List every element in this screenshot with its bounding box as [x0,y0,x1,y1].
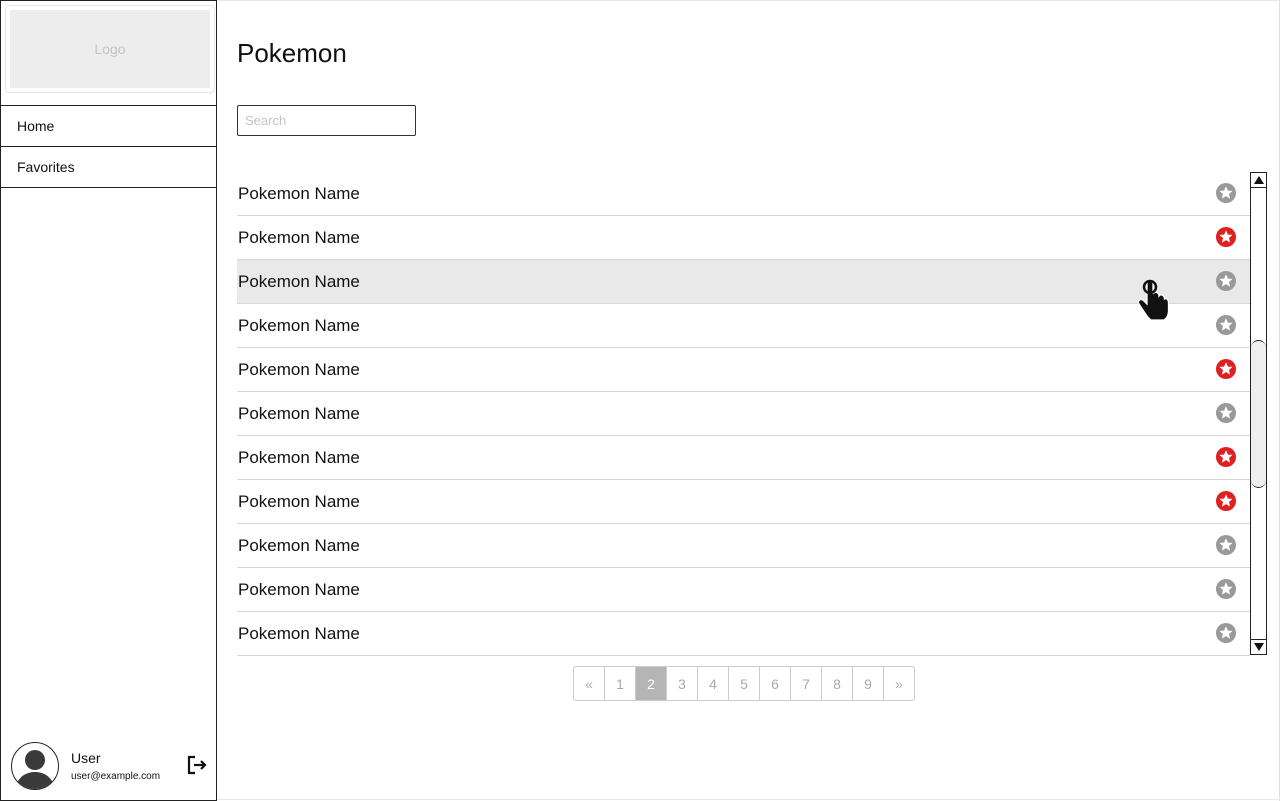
sidebar-nav: Home Favorites [1,105,216,188]
favorite-star-icon[interactable] [1216,227,1236,247]
arrow-down-icon [1253,643,1264,651]
main-content: Pokemon Pokemon NamePokemon NamePokemon … [217,0,1280,801]
favorite-star-icon[interactable] [1216,359,1236,379]
list-item[interactable]: Pokemon Name [237,260,1250,304]
list-item[interactable]: Pokemon Name [237,480,1250,524]
pokemon-name: Pokemon Name [238,579,360,599]
page-7-button[interactable]: 7 [791,667,822,700]
page-prev-button[interactable]: « [574,667,605,700]
user-profile: User user@example.com [11,742,211,792]
sidebar-item-favorites[interactable]: Favorites [1,146,216,188]
sidebar-item-home[interactable]: Home [1,105,216,146]
user-email: user@example.com [71,771,161,782]
page-3-button[interactable]: 3 [667,667,698,700]
page-4-button[interactable]: 4 [698,667,729,700]
page-1-button[interactable]: 1 [605,667,636,700]
pokemon-name: Pokemon Name [238,183,360,203]
favorite-star-icon[interactable] [1216,491,1236,511]
list-item[interactable]: Pokemon Name [237,524,1250,568]
star-icon[interactable] [1216,535,1236,555]
list-item[interactable]: Pokemon Name [237,348,1250,392]
star-icon[interactable] [1216,579,1236,599]
user-avatar-icon [15,750,55,789]
pokemon-name: Pokemon Name [238,623,360,643]
page-5-button[interactable]: 5 [729,667,760,700]
star-icon[interactable] [1216,403,1236,423]
list-item[interactable]: Pokemon Name [237,172,1250,216]
pagination: «1 2 3 4 5 6 7 8 9» [573,666,915,701]
list-item[interactable]: Pokemon Name [237,392,1250,436]
pokemon-name: Pokemon Name [238,447,360,467]
bottom-divider [217,799,1280,800]
user-name: User [71,750,101,766]
scroll-up-button[interactable] [1251,173,1266,188]
search-input[interactable] [237,105,416,136]
page-6-button[interactable]: 6 [760,667,791,700]
star-icon[interactable] [1216,315,1236,335]
scrollbar-thumb[interactable] [1251,340,1266,488]
star-icon[interactable] [1216,271,1236,291]
list-item[interactable]: Pokemon Name [237,568,1250,612]
arrow-up-icon [1253,176,1264,184]
avatar[interactable] [11,742,59,790]
page-next-button[interactable]: » [884,667,914,700]
list-item[interactable]: Pokemon Name [237,612,1250,656]
star-icon[interactable] [1216,623,1236,643]
sidebar: Logo Home Favorites User user@example.co… [0,0,217,801]
list-item[interactable]: Pokemon Name [237,436,1250,480]
pokemon-name: Pokemon Name [238,315,360,335]
page-9-button[interactable]: 9 [853,667,884,700]
page-2-button[interactable]: 2 [636,667,667,700]
logo: Logo [10,10,210,88]
pokemon-name: Pokemon Name [238,491,360,511]
list-item[interactable]: Pokemon Name [237,216,1250,260]
logout-icon[interactable] [186,754,208,776]
pokemon-name: Pokemon Name [238,535,360,555]
page-title: Pokemon [237,38,347,68]
top-divider [217,0,1280,1]
pokemon-name: Pokemon Name [238,227,360,247]
pokemon-list: Pokemon Name Pokemon Name Pokemon Name Poke… [237,172,1250,656]
logo-container: Logo [5,5,215,93]
favorite-star-icon[interactable] [1216,447,1236,467]
scrollbar[interactable] [1250,172,1267,655]
pointer-hand-cursor-icon [1137,279,1169,321]
pokemon-name: Pokemon Name [238,403,360,423]
pokemon-name: Pokemon Name [238,359,360,379]
scroll-down-button[interactable] [1251,639,1266,654]
list-item[interactable]: Pokemon Name [237,304,1250,348]
pokemon-name: Pokemon Name [238,271,360,291]
page-8-button[interactable]: 8 [822,667,853,700]
star-icon[interactable] [1216,183,1236,203]
